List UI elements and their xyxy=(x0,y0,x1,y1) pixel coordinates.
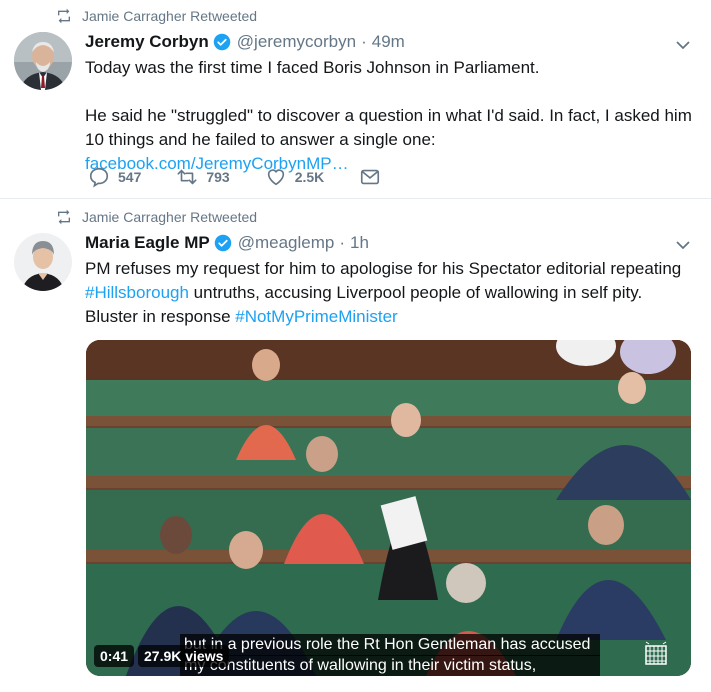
retweet-context-label: Jamie Carragher Retweeted xyxy=(82,8,258,24)
tweet-line-text: untruths, accusing Liverpool people of w… xyxy=(188,283,643,302)
tweet-line-text: Bluster in response xyxy=(85,307,236,326)
direct-message-button[interactable] xyxy=(359,166,389,188)
avatar-maria-eagle xyxy=(14,233,72,291)
tweet-text: PM refuses my request for him to apologi… xyxy=(85,257,695,329)
retweet-icon xyxy=(58,8,70,24)
video-player[interactable]: but in a previous role the Rt Hon Gentle… xyxy=(86,340,691,676)
timestamp[interactable]: 49m xyxy=(372,32,405,52)
video-frame-house-of-commons xyxy=(86,340,691,676)
hashtag-link[interactable]: #NotMyPrimeMinister xyxy=(235,307,397,326)
separator: · xyxy=(361,32,367,51)
chevron-down-icon[interactable] xyxy=(675,237,691,253)
verified-badge-icon xyxy=(213,33,231,51)
hashtag-link[interactable]: #Hillsborough xyxy=(85,283,189,302)
like-icon xyxy=(267,169,284,186)
tweet-line: #Hillsborough untruths, accusing Liverpo… xyxy=(85,281,695,305)
author-name[interactable]: Maria Eagle MP xyxy=(85,233,210,253)
author-handle[interactable]: @meaglemp xyxy=(238,233,335,253)
avatar[interactable] xyxy=(14,233,72,291)
retweet-context: Jamie Carragher Retweeted xyxy=(56,8,257,24)
timestamp[interactable]: 1h xyxy=(350,233,369,253)
like-count: 2.5K xyxy=(294,169,325,185)
verified-badge-icon xyxy=(214,234,231,252)
video-duration-badge: 0:41 xyxy=(94,645,135,667)
retweet-button[interactable]: 793 xyxy=(176,166,230,188)
avatar-jeremy-corbyn xyxy=(14,32,72,90)
tweet-jeremy-corbyn[interactable]: Jamie Carragher Retweeted Jeremy Corbyn … xyxy=(0,0,711,199)
author-handle[interactable]: @jeremycorbyn xyxy=(237,32,356,52)
tweet-actions: 547 793 2.5K xyxy=(88,166,424,188)
retweet-context-label: Jamie Carragher Retweeted xyxy=(82,209,258,225)
retweet-icon xyxy=(58,209,70,225)
author-name[interactable]: Jeremy Corbyn xyxy=(85,32,209,52)
tweet-paragraph-text: He said he "struggled" to discover a que… xyxy=(85,106,692,149)
video-subtitle-line: my constituents of wallowing in their vi… xyxy=(180,655,600,676)
retweet-context: Jamie Carragher Retweeted xyxy=(56,209,257,225)
reply-button[interactable]: 547 xyxy=(88,166,141,188)
like-button[interactable]: 2.5K xyxy=(265,166,325,188)
tweet-header: Jeremy Corbyn @jeremycorbyn · 49m xyxy=(85,32,405,52)
video-views-badge: 27.9K views xyxy=(138,645,230,667)
avatar[interactable] xyxy=(14,32,72,90)
tweet-line: Bluster in response #NotMyPrimeMinister xyxy=(85,305,695,329)
chevron-down-icon[interactable] xyxy=(675,37,691,53)
tweet-paragraph: Today was the first time I faced Boris J… xyxy=(85,58,540,77)
separator: · xyxy=(339,233,346,252)
reply-icon xyxy=(89,167,109,188)
retweet-icon xyxy=(177,169,197,185)
tweet-header: Maria Eagle MP @meaglemp · 1h xyxy=(85,233,369,253)
reply-count: 547 xyxy=(118,169,142,185)
tweet-line: PM refuses my request for him to apologi… xyxy=(85,259,682,278)
parliament-portcullis-icon xyxy=(645,641,667,665)
video-subtitle-line: but in a previous role the Rt Hon Gentle… xyxy=(180,634,600,656)
tweet-text: Today was the first time I faced Boris J… xyxy=(85,56,695,176)
retweet-count: 793 xyxy=(206,169,230,185)
message-icon xyxy=(361,169,380,185)
